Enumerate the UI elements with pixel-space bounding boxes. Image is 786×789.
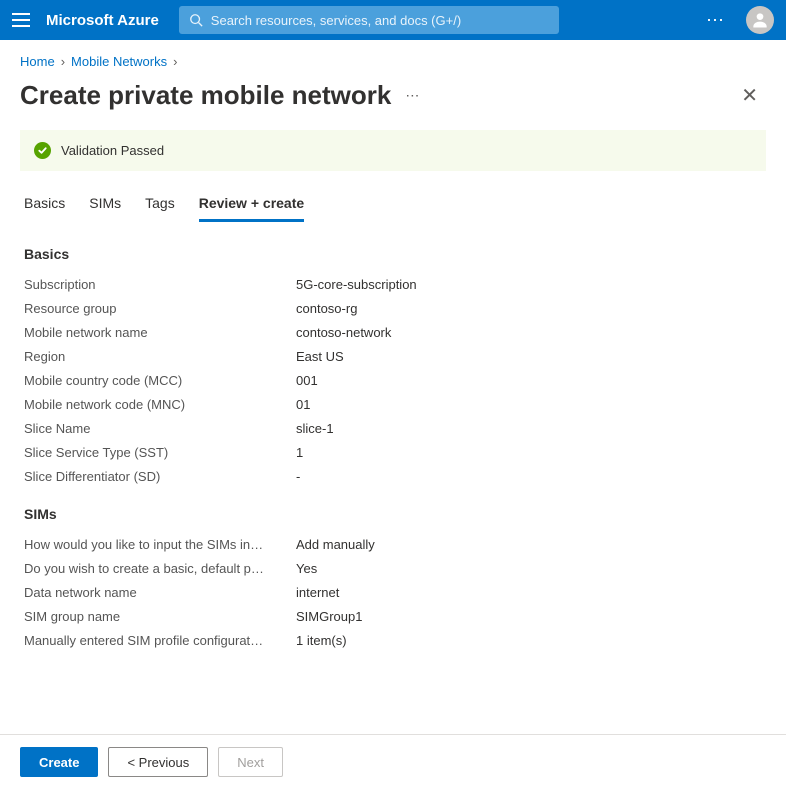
validation-banner: Validation Passed xyxy=(20,130,766,171)
value: internet xyxy=(296,585,339,600)
value: 1 xyxy=(296,445,303,460)
row-mcc: Mobile country code (MCC) 001 xyxy=(24,368,762,392)
topbar: Microsoft Azure Search resources, servic… xyxy=(0,0,786,40)
tab-review-create[interactable]: Review + create xyxy=(199,189,304,222)
row-sst: Slice Service Type (SST) 1 xyxy=(24,440,762,464)
topbar-more-icon[interactable]: ⋯ xyxy=(700,10,732,31)
previous-button[interactable]: < Previous xyxy=(108,747,208,777)
label: Region xyxy=(24,349,296,364)
hamburger-icon[interactable] xyxy=(12,10,32,30)
global-search[interactable]: Search resources, services, and docs (G+… xyxy=(179,6,559,34)
brand-label: Microsoft Azure xyxy=(46,12,159,29)
tabs: Basics SIMs Tags Review + create xyxy=(0,189,786,222)
section-title-basics: Basics xyxy=(24,246,762,262)
value: - xyxy=(296,469,300,484)
label: Subscription xyxy=(24,277,296,292)
validation-text: Validation Passed xyxy=(61,143,164,158)
row-sim-profiles: Manually entered SIM profile configurat…… xyxy=(24,628,762,652)
search-icon xyxy=(189,13,203,27)
label: Slice Differentiator (SD) xyxy=(24,469,296,484)
row-default-policy: Do you wish to create a basic, default p… xyxy=(24,556,762,580)
label: Slice Name xyxy=(24,421,296,436)
value: Yes xyxy=(296,561,317,576)
label: Mobile network name xyxy=(24,325,296,340)
row-slice-name: Slice Name slice-1 xyxy=(24,416,762,440)
row-sd: Slice Differentiator (SD) - xyxy=(24,464,762,488)
breadcrumb-item-home[interactable]: Home xyxy=(20,54,55,69)
breadcrumb: Home › Mobile Networks › xyxy=(0,40,786,75)
title-more-icon[interactable]: ⋯ xyxy=(405,87,421,104)
row-region: Region East US xyxy=(24,344,762,368)
chevron-right-icon: › xyxy=(61,54,65,69)
value: Add manually xyxy=(296,537,375,552)
row-mnc: Mobile network code (MNC) 01 xyxy=(24,392,762,416)
review-content: Basics Subscription 5G-core-subscription… xyxy=(0,246,786,652)
avatar[interactable] xyxy=(746,6,774,34)
tab-basics[interactable]: Basics xyxy=(24,189,65,222)
title-row: Create private mobile network ⋯ ✕ xyxy=(0,75,786,130)
label: Resource group xyxy=(24,301,296,316)
value: SIMGroup1 xyxy=(296,609,362,624)
check-circle-icon xyxy=(34,142,51,159)
label: Mobile country code (MCC) xyxy=(24,373,296,388)
create-button[interactable]: Create xyxy=(20,747,98,777)
value: slice-1 xyxy=(296,421,334,436)
section-title-sims: SIMs xyxy=(24,506,762,522)
row-mobile-network-name: Mobile network name contoso-network xyxy=(24,320,762,344)
label: Do you wish to create a basic, default p… xyxy=(24,561,296,576)
label: How would you like to input the SIMs in… xyxy=(24,537,296,552)
close-icon[interactable]: ✕ xyxy=(733,79,766,112)
chevron-right-icon: › xyxy=(173,54,177,69)
tab-tags[interactable]: Tags xyxy=(145,189,175,222)
label: Slice Service Type (SST) xyxy=(24,445,296,460)
breadcrumb-item-mobile-networks[interactable]: Mobile Networks xyxy=(71,54,167,69)
value: 001 xyxy=(296,373,318,388)
next-button: Next xyxy=(218,747,283,777)
search-placeholder: Search resources, services, and docs (G+… xyxy=(211,13,461,28)
label: Data network name xyxy=(24,585,296,600)
value: 5G-core-subscription xyxy=(296,277,417,292)
row-subscription: Subscription 5G-core-subscription xyxy=(24,272,762,296)
label: SIM group name xyxy=(24,609,296,624)
row-sim-input-method: How would you like to input the SIMs in…… xyxy=(24,532,762,556)
label: Manually entered SIM profile configurat… xyxy=(24,633,296,648)
tab-sims[interactable]: SIMs xyxy=(89,189,121,222)
row-resource-group: Resource group contoso-rg xyxy=(24,296,762,320)
value: East US xyxy=(296,349,344,364)
page-title: Create private mobile network xyxy=(20,80,391,111)
label: Mobile network code (MNC) xyxy=(24,397,296,412)
value: 1 item(s) xyxy=(296,633,347,648)
footer: Create < Previous Next xyxy=(0,734,786,789)
value: contoso-network xyxy=(296,325,391,340)
value: contoso-rg xyxy=(296,301,357,316)
value: 01 xyxy=(296,397,310,412)
row-sim-group-name: SIM group name SIMGroup1 xyxy=(24,604,762,628)
row-data-network-name: Data network name internet xyxy=(24,580,762,604)
